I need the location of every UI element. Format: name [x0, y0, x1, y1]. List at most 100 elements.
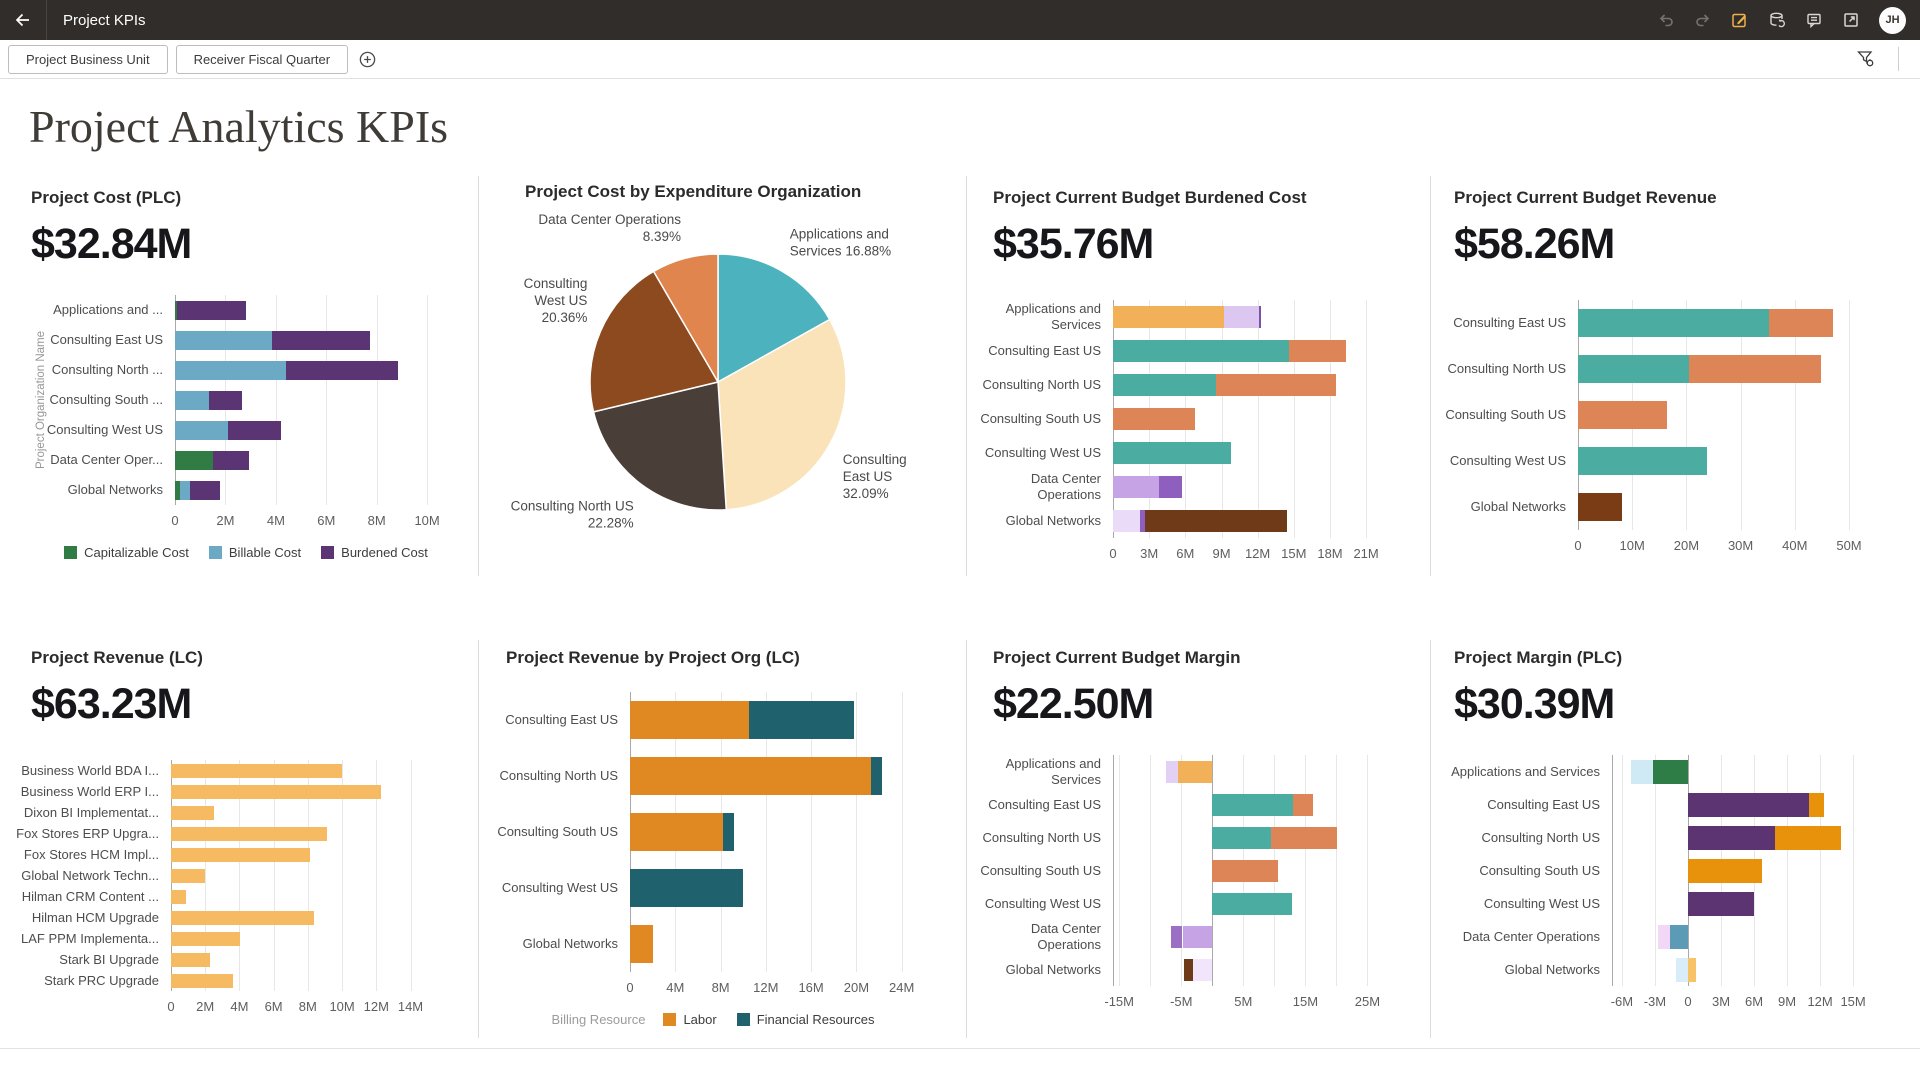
bar-segment[interactable]	[871, 757, 883, 795]
bar-segment[interactable]	[176, 300, 247, 320]
plot-area[interactable]	[171, 760, 431, 991]
bar-segment[interactable]	[630, 869, 744, 907]
bar-segment[interactable]	[171, 805, 214, 820]
filter-funnel-button[interactable]	[1855, 48, 1876, 74]
bar-segment[interactable]	[272, 330, 371, 350]
bar-chart-project-cost[interactable]: Project Organization Name Applications an…	[31, 295, 453, 585]
plot-area[interactable]	[630, 692, 930, 972]
legend-item[interactable]: Billable Cost	[208, 545, 301, 560]
bar-segment[interactable]	[1223, 306, 1259, 328]
bar-segment[interactable]	[1113, 442, 1232, 464]
redo-icon[interactable]	[1694, 11, 1712, 29]
bar-chart-budget-revenue[interactable]: Consulting East US Consulting North US Con…	[1445, 300, 1880, 562]
bar-segment[interactable]	[1113, 306, 1224, 328]
bar-segment[interactable]	[1578, 355, 1689, 383]
bar-segment[interactable]	[1578, 493, 1622, 521]
bar-chart-budget-margin[interactable]: Applications and Services Consulting East …	[980, 755, 1403, 1018]
bar-chart-project-revenue[interactable]: Business World BDA I... Business World ER…	[16, 760, 443, 1023]
bar-segment[interactable]	[175, 330, 273, 350]
bar-segment[interactable]	[1144, 510, 1288, 532]
bar-segment[interactable]	[630, 701, 749, 739]
add-filter-button[interactable]	[358, 50, 377, 69]
bar-segment[interactable]	[1809, 792, 1825, 817]
bar-segment[interactable]	[1774, 825, 1841, 850]
bar-segment[interactable]	[1178, 760, 1213, 783]
bar-segment[interactable]	[171, 847, 311, 862]
bar-segment[interactable]	[1113, 510, 1140, 532]
bar-segment[interactable]	[1212, 859, 1279, 882]
bar-chart-revenue-by-org[interactable]: Consulting East US Consulting North US Con…	[497, 692, 942, 1052]
bar-segment[interactable]	[1193, 958, 1213, 981]
bar-segment[interactable]	[212, 450, 250, 470]
bar-segment[interactable]	[175, 390, 209, 410]
bar-segment[interactable]	[1658, 924, 1671, 949]
bar-segment[interactable]	[630, 925, 653, 963]
bar-segment[interactable]	[171, 889, 186, 904]
open-in-new-icon[interactable]	[1842, 11, 1860, 29]
bar-segment[interactable]	[1768, 309, 1834, 337]
bar-segment[interactable]	[227, 420, 281, 440]
bar-segment[interactable]	[171, 910, 314, 925]
back-button[interactable]	[0, 10, 46, 30]
bar-segment[interactable]	[1688, 355, 1821, 383]
bar-segment[interactable]	[1670, 924, 1688, 949]
bar-segment[interactable]	[1652, 759, 1688, 784]
bar-segment[interactable]	[1158, 476, 1182, 498]
filter-chip-project-business-unit[interactable]: Project Business Unit	[8, 44, 168, 74]
bar-segment[interactable]	[630, 757, 872, 795]
bar-segment[interactable]	[1630, 759, 1653, 784]
bar-segment[interactable]	[171, 931, 241, 946]
plot-area[interactable]	[175, 295, 441, 505]
bar-segment[interactable]	[209, 390, 242, 410]
plot-area[interactable]	[1578, 300, 1868, 530]
legend-item[interactable]: Burdened Cost	[321, 545, 428, 560]
bar-segment[interactable]	[1113, 340, 1289, 362]
bar-segment[interactable]	[171, 784, 382, 799]
bar-segment[interactable]	[1113, 374, 1216, 396]
bar-segment[interactable]	[1675, 957, 1688, 982]
plot-area[interactable]	[1113, 755, 1391, 986]
legend-item[interactable]: Financial Resources	[736, 1012, 874, 1027]
bar-segment[interactable]	[1113, 408, 1195, 430]
bar-segment[interactable]	[285, 360, 399, 380]
bar-segment[interactable]	[171, 826, 327, 841]
bar-segment[interactable]	[171, 763, 343, 778]
bar-segment[interactable]	[171, 868, 206, 883]
bar-segment[interactable]	[180, 480, 191, 500]
dataset-refresh-icon[interactable]	[1768, 11, 1786, 29]
bar-segment[interactable]	[1113, 476, 1159, 498]
undo-icon[interactable]	[1657, 11, 1675, 29]
bar-segment[interactable]	[1182, 925, 1213, 948]
bar-segment[interactable]	[1271, 826, 1337, 849]
plot-area[interactable]	[1612, 755, 1874, 986]
bar-segment[interactable]	[1688, 792, 1810, 817]
bar-segment[interactable]	[1688, 957, 1696, 982]
bar-segment[interactable]	[1688, 825, 1775, 850]
bar-segment[interactable]	[722, 813, 735, 851]
bar-segment[interactable]	[1578, 401, 1667, 429]
plot-area[interactable]	[1113, 300, 1383, 538]
bar-segment[interactable]	[1293, 793, 1313, 816]
bar-segment[interactable]	[190, 480, 221, 500]
edit-icon[interactable]	[1731, 11, 1749, 29]
bar-segment[interactable]	[175, 360, 286, 380]
filter-chip-receiver-fiscal-quarter[interactable]: Receiver Fiscal Quarter	[175, 44, 349, 74]
bar-segment[interactable]	[630, 813, 723, 851]
avatar[interactable]: JH	[1879, 6, 1906, 34]
bar-chart-project-margin[interactable]: Applications and Services Consulting East…	[1451, 755, 1886, 1018]
pie-chart-cost-by-expenditure-org[interactable]: Applications and Services 16.88% Consultin…	[511, 210, 965, 575]
bar-segment[interactable]	[175, 420, 228, 440]
bar-segment[interactable]	[748, 701, 855, 739]
bar-segment[interactable]	[1289, 340, 1346, 362]
legend-item[interactable]: Capitalizable Cost	[64, 545, 189, 560]
bar-segment[interactable]	[1258, 306, 1262, 328]
bar-segment[interactable]	[1212, 892, 1293, 915]
legend-item[interactable]: Labor	[663, 1012, 717, 1027]
bar-segment[interactable]	[1212, 793, 1293, 816]
bar-segment[interactable]	[175, 450, 213, 470]
bar-segment[interactable]	[1688, 891, 1755, 916]
bar-segment[interactable]	[1165, 760, 1179, 783]
bar-segment[interactable]	[1688, 858, 1762, 883]
bar-segment[interactable]	[1183, 958, 1193, 981]
bar-segment[interactable]	[1212, 826, 1272, 849]
